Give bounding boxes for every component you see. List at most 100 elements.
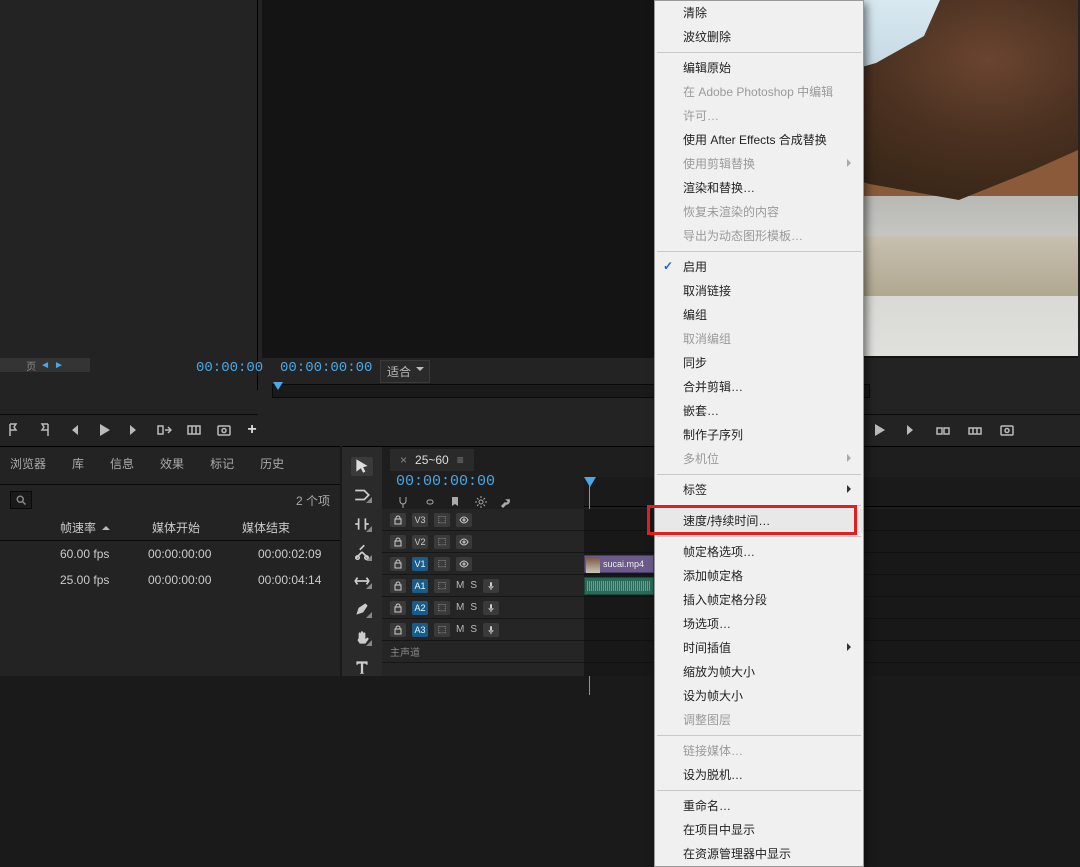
snap-icon[interactable] <box>396 495 410 509</box>
lock-icon[interactable] <box>390 557 406 571</box>
settings-icon[interactable] <box>474 495 488 509</box>
source-patch-icon[interactable]: ⬚ <box>434 623 450 637</box>
menu-item[interactable]: 插入帧定格分段 <box>655 588 863 612</box>
mic-icon[interactable] <box>483 623 499 637</box>
close-icon[interactable]: × <box>400 453 407 467</box>
mute-label[interactable]: M <box>456 624 464 635</box>
step-back-button[interactable] <box>66 421 82 439</box>
tab-browser[interactable]: 浏览器 <box>8 451 48 476</box>
track-header-v3[interactable]: V3 ⬚ <box>382 509 584 531</box>
menu-item[interactable]: 使用 After Effects 合成替换 <box>655 128 863 152</box>
menu-item[interactable]: 缩放为帧大小 <box>655 660 863 684</box>
mute-label[interactable]: M <box>456 580 464 591</box>
track-header-a3[interactable]: A3 ⬚ M S <box>382 619 584 641</box>
solo-label[interactable]: S <box>470 580 477 591</box>
solo-label[interactable]: S <box>470 602 477 613</box>
track-select-tool[interactable] <box>351 486 373 505</box>
menu-item[interactable]: 时间插值 <box>655 636 863 660</box>
eye-icon[interactable] <box>456 557 472 571</box>
audio-clip[interactable] <box>584 577 654 595</box>
source-timecode[interactable]: 00:00:00 <box>196 360 263 376</box>
type-tool[interactable] <box>351 657 373 676</box>
video-clip[interactable]: sucai.mp4 <box>584 555 654 573</box>
linked-sel-icon[interactable] <box>422 495 436 509</box>
menu-item[interactable]: 取消链接 <box>655 279 863 303</box>
col-fps[interactable]: 帧速率 <box>60 519 110 536</box>
track-label[interactable]: V2 <box>412 535 428 549</box>
lock-icon[interactable] <box>390 623 406 637</box>
step-fwd-button-r[interactable] <box>902 421 920 439</box>
menu-item[interactable]: 设为帧大小 <box>655 684 863 708</box>
menu-item[interactable]: 标签 <box>655 478 863 502</box>
tab-effects[interactable]: 效果 <box>158 451 186 476</box>
source-patch-icon[interactable]: ⬚ <box>434 601 450 615</box>
menu-item[interactable]: 编辑原始 <box>655 56 863 80</box>
timeline-timecode[interactable]: 00:00:00:00 <box>396 473 495 490</box>
source-patch-icon[interactable]: ⬚ <box>434 513 450 527</box>
page-prev-icon[interactable]: ◄ <box>40 360 50 371</box>
solo-label[interactable]: S <box>470 624 477 635</box>
source-patch-icon[interactable]: ⬚ <box>434 557 450 571</box>
menu-item[interactable]: 重命名… <box>655 794 863 818</box>
menu-item[interactable]: 在项目中显示 <box>655 818 863 842</box>
mic-icon[interactable] <box>483 601 499 615</box>
extract-button[interactable] <box>966 421 984 439</box>
menu-item[interactable]: 合并剪辑… <box>655 375 863 399</box>
source-patch-icon[interactable]: ⬚ <box>434 535 450 549</box>
track-header-master[interactable]: 主声道 <box>382 641 584 663</box>
menu-item[interactable]: 渲染和替换… <box>655 176 863 200</box>
track-label[interactable]: A2 <box>412 601 428 615</box>
menu-item[interactable]: 在资源管理器中显示 <box>655 842 863 866</box>
page-next-icon[interactable]: ► <box>54 360 64 371</box>
menu-item[interactable]: 制作子序列 <box>655 423 863 447</box>
hand-tool[interactable] <box>351 629 373 648</box>
menu-item[interactable]: 速度/持续时间… <box>655 509 863 533</box>
razor-tool[interactable] <box>351 543 373 562</box>
table-row[interactable]: 25.00 fps 00:00:00:00 00:00:04:14 <box>0 567 340 593</box>
menu-item[interactable]: 波纹删除 <box>655 25 863 49</box>
track-label[interactable]: V3 <box>412 513 428 527</box>
tab-info[interactable]: 信息 <box>108 451 136 476</box>
track-label[interactable]: V1 <box>412 557 428 571</box>
export-frame-button-r[interactable] <box>998 421 1016 439</box>
eye-icon[interactable] <box>456 535 472 549</box>
mark-in-button[interactable] <box>6 421 22 439</box>
context-menu[interactable]: 清除波纹删除编辑原始在 Adobe Photoshop 中编辑许可…使用 Aft… <box>654 0 864 867</box>
mic-icon[interactable] <box>483 579 499 593</box>
col-start[interactable]: 媒体开始 <box>152 519 200 536</box>
menu-item[interactable]: 嵌套… <box>655 399 863 423</box>
overwrite-button[interactable] <box>186 421 202 439</box>
track-header-a2[interactable]: A2 ⬚ M S <box>382 597 584 619</box>
export-frame-button[interactable] <box>216 421 232 439</box>
program-timecode[interactable]: 00:00:00:00 <box>280 360 372 376</box>
menu-item[interactable]: 设为脱机… <box>655 763 863 787</box>
track-header-v2[interactable]: V2 ⬚ <box>382 531 584 553</box>
tab-history[interactable]: 历史 <box>258 451 286 476</box>
ripple-edit-tool[interactable] <box>351 514 373 533</box>
slip-tool[interactable] <box>351 572 373 591</box>
tab-menu-icon[interactable]: ≡ <box>457 453 464 467</box>
menu-item[interactable]: 同步 <box>655 351 863 375</box>
mute-label[interactable]: M <box>456 602 464 613</box>
menu-item[interactable]: 帧定格选项… <box>655 540 863 564</box>
button-editor-plus[interactable]: + <box>246 421 258 439</box>
sequence-tab[interactable]: × 25~60 ≡ <box>390 449 474 471</box>
selection-tool[interactable] <box>351 457 373 476</box>
zoom-fit-dropdown[interactable]: 适合 <box>380 360 430 383</box>
tab-markers[interactable]: 标记 <box>208 451 236 476</box>
lock-icon[interactable] <box>390 535 406 549</box>
mark-out-button[interactable] <box>36 421 52 439</box>
menu-item[interactable]: ✓启用 <box>655 255 863 279</box>
lock-icon[interactable] <box>390 513 406 527</box>
step-fwd-button[interactable] <box>126 421 142 439</box>
source-patch-icon[interactable]: ⬚ <box>434 579 450 593</box>
menu-item[interactable]: 添加帧定格 <box>655 564 863 588</box>
playhead-icon[interactable] <box>584 477 596 487</box>
lock-icon[interactable] <box>390 579 406 593</box>
pen-tool[interactable] <box>351 600 373 619</box>
eye-icon[interactable] <box>456 513 472 527</box>
lock-icon[interactable] <box>390 601 406 615</box>
track-header-v1[interactable]: V1 ⬚ <box>382 553 584 575</box>
play-button-r[interactable] <box>870 421 888 439</box>
play-button[interactable] <box>96 421 112 439</box>
